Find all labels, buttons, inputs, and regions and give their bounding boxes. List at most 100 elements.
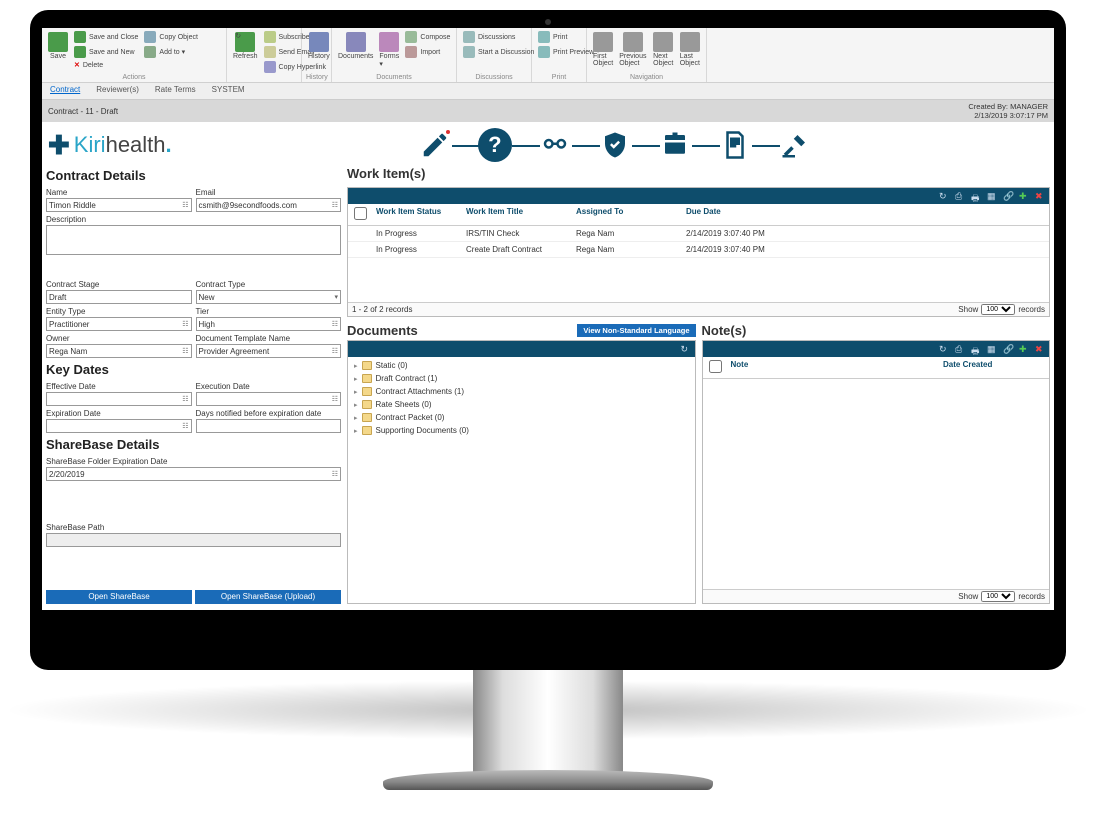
- notes-print-icon[interactable]: 🖶: [971, 344, 981, 354]
- last-object-button[interactable]: Last Object: [678, 30, 702, 69]
- workitem-row[interactable]: In ProgressCreate Draft ContractRega Nam…: [348, 242, 1049, 258]
- next-object-button[interactable]: Next Object: [651, 30, 676, 69]
- save-button[interactable]: Save: [46, 30, 70, 62]
- workitems-pagesize[interactable]: 100: [981, 304, 1015, 315]
- notify-days-input[interactable]: [196, 419, 342, 433]
- remove-icon[interactable]: ✖: [1035, 191, 1045, 201]
- document-folder[interactable]: Contract Packet (0): [350, 411, 693, 424]
- tab-system[interactable]: SYSTEM: [204, 83, 253, 99]
- documents-panel: ↻ Static (0)Draft Contract (1)Contract A…: [347, 340, 696, 604]
- documents-title: Documents: [347, 323, 418, 338]
- open-sharebase-button[interactable]: Open ShareBase: [46, 590, 192, 604]
- documents-button[interactable]: Documents: [336, 30, 375, 62]
- folder-icon: [362, 374, 372, 383]
- refresh-icon[interactable]: ↻: [939, 191, 949, 201]
- template-select[interactable]: Provider Agreement: [196, 344, 342, 358]
- notes-pagesize[interactable]: 100: [981, 591, 1015, 602]
- notes-checkall[interactable]: [709, 360, 722, 373]
- save-new-button[interactable]: Save and New: [72, 45, 140, 59]
- save-close-button[interactable]: Save and Close: [72, 30, 140, 44]
- copy-object-button[interactable]: Copy Object: [142, 30, 200, 44]
- first-object-button[interactable]: First Object: [591, 30, 615, 69]
- notes-link-icon[interactable]: 🔗: [1003, 344, 1013, 354]
- refresh-button[interactable]: ↻Refresh: [231, 30, 260, 62]
- notes-refresh-icon[interactable]: ↻: [939, 344, 949, 354]
- notes-grid-icon[interactable]: ▦: [987, 344, 997, 354]
- open-sharebase-upload-button[interactable]: Open ShareBase (Upload): [195, 590, 341, 604]
- plus-icon: ✚: [48, 130, 70, 161]
- stage-input[interactable]: Draft: [46, 290, 192, 304]
- tab-reviewers[interactable]: Reviewer(s): [88, 83, 147, 99]
- grid-icon[interactable]: ▦: [987, 191, 997, 201]
- doc-refresh-icon[interactable]: ↻: [681, 344, 691, 354]
- key-dates-title: Key Dates: [46, 362, 341, 377]
- workitems-title: Work Item(s): [347, 166, 1050, 181]
- folder-icon: [362, 361, 372, 370]
- workflow-shield-check-icon: [598, 128, 632, 162]
- sharebase-path-input: [46, 533, 341, 547]
- previous-object-button[interactable]: Previous Object: [617, 30, 649, 69]
- workitems-panel: ↻ ⎙ 🖶 ▦ 🔗 ✚ ✖ Work Item Status Work Item…: [347, 187, 1050, 317]
- email-input[interactable]: csmith@9secondfoods.com: [196, 198, 342, 212]
- workflow-steps: ?: [182, 128, 1048, 162]
- workitems-checkall[interactable]: [354, 207, 367, 220]
- name-input[interactable]: Timon Riddle: [46, 198, 192, 212]
- delete-button[interactable]: ✕Delete: [72, 60, 140, 70]
- view-nonstandard-button[interactable]: View Non-Standard Language: [577, 324, 695, 337]
- add-icon[interactable]: ✚: [1019, 191, 1029, 201]
- start-discussion-button[interactable]: Start a Discussion: [461, 45, 536, 59]
- workitems-count: 1 - 2 of 2 records: [352, 305, 412, 314]
- owner-select[interactable]: Rega Nam: [46, 344, 192, 358]
- expiration-date-input[interactable]: [46, 419, 192, 433]
- effective-date-input[interactable]: [46, 392, 192, 406]
- workflow-gavel-icon: [778, 128, 812, 162]
- monitor-stand-base: [383, 770, 713, 790]
- created-by-label: Created By: MANAGER: [968, 102, 1048, 111]
- document-folder[interactable]: Supporting Documents (0): [350, 424, 693, 437]
- workflow-glasses-icon: [538, 128, 572, 162]
- add-to-button[interactable]: Add to ▾: [142, 45, 200, 59]
- workflow-question-icon: ?: [478, 128, 512, 162]
- tier-select[interactable]: High: [196, 317, 342, 331]
- link-icon[interactable]: 🔗: [1003, 191, 1013, 201]
- forms-button[interactable]: Forms ▾: [377, 30, 401, 70]
- ribbon-toolbar: Save Save and Close Save and New ✕Delete…: [42, 28, 1054, 83]
- folder-icon: [362, 426, 372, 435]
- notes-add-icon[interactable]: ✚: [1019, 344, 1029, 354]
- type-select[interactable]: New: [196, 290, 342, 304]
- contract-details-title: Contract Details: [46, 168, 341, 183]
- compose-button[interactable]: Compose: [403, 30, 452, 44]
- workitem-row[interactable]: In ProgressIRS/TIN CheckRega Nam2/14/201…: [348, 226, 1049, 242]
- notes-remove-icon[interactable]: ✖: [1035, 344, 1045, 354]
- notes-export-icon[interactable]: ⎙: [955, 344, 965, 354]
- print-icon[interactable]: 🖶: [971, 191, 981, 201]
- sharebase-exp-input[interactable]: 2/20/2019: [46, 467, 341, 481]
- workflow-pencil-icon: [418, 128, 452, 162]
- notes-panel: ↻ ⎙ 🖶 ▦ 🔗 ✚ ✖ Note: [702, 340, 1051, 604]
- document-folder[interactable]: Static (0): [350, 359, 693, 372]
- view-tabs: Contract Reviewer(s) Rate Terms SYSTEM: [42, 83, 1054, 100]
- tab-contract[interactable]: Contract: [42, 83, 88, 99]
- document-folder[interactable]: Contract Attachments (1): [350, 385, 693, 398]
- execution-date-input[interactable]: [196, 392, 342, 406]
- record-title: Contract - 11 - Draft: [48, 107, 118, 116]
- workflow-briefcase-icon: [658, 128, 692, 162]
- history-button[interactable]: History: [306, 30, 332, 62]
- ribbon-group-actions-caption: Actions: [46, 73, 222, 82]
- description-input[interactable]: [46, 225, 341, 255]
- notes-title: Note(s): [702, 323, 1051, 338]
- workitems-toolbar: ↻ ⎙ 🖶 ▦ 🔗 ✚ ✖: [348, 188, 1049, 204]
- document-folder[interactable]: Draft Contract (1): [350, 372, 693, 385]
- tab-rate-terms[interactable]: Rate Terms: [147, 83, 204, 99]
- title-bar: Contract - 11 - Draft Created By: MANAGE…: [42, 100, 1054, 122]
- workflow-document-icon: [718, 128, 752, 162]
- sharebase-title: ShareBase Details: [46, 437, 341, 452]
- monitor-frame: Save Save and Close Save and New ✕Delete…: [30, 10, 1066, 670]
- discussions-button[interactable]: Discussions: [461, 30, 536, 44]
- entity-select[interactable]: Practitioner: [46, 317, 192, 331]
- kirihealth-logo: ✚ Kirihealth.: [48, 130, 172, 161]
- document-folder[interactable]: Rate Sheets (0): [350, 398, 693, 411]
- export-icon[interactable]: ⎙: [955, 191, 965, 201]
- folder-icon: [362, 387, 372, 396]
- import-button[interactable]: Import: [403, 45, 452, 59]
